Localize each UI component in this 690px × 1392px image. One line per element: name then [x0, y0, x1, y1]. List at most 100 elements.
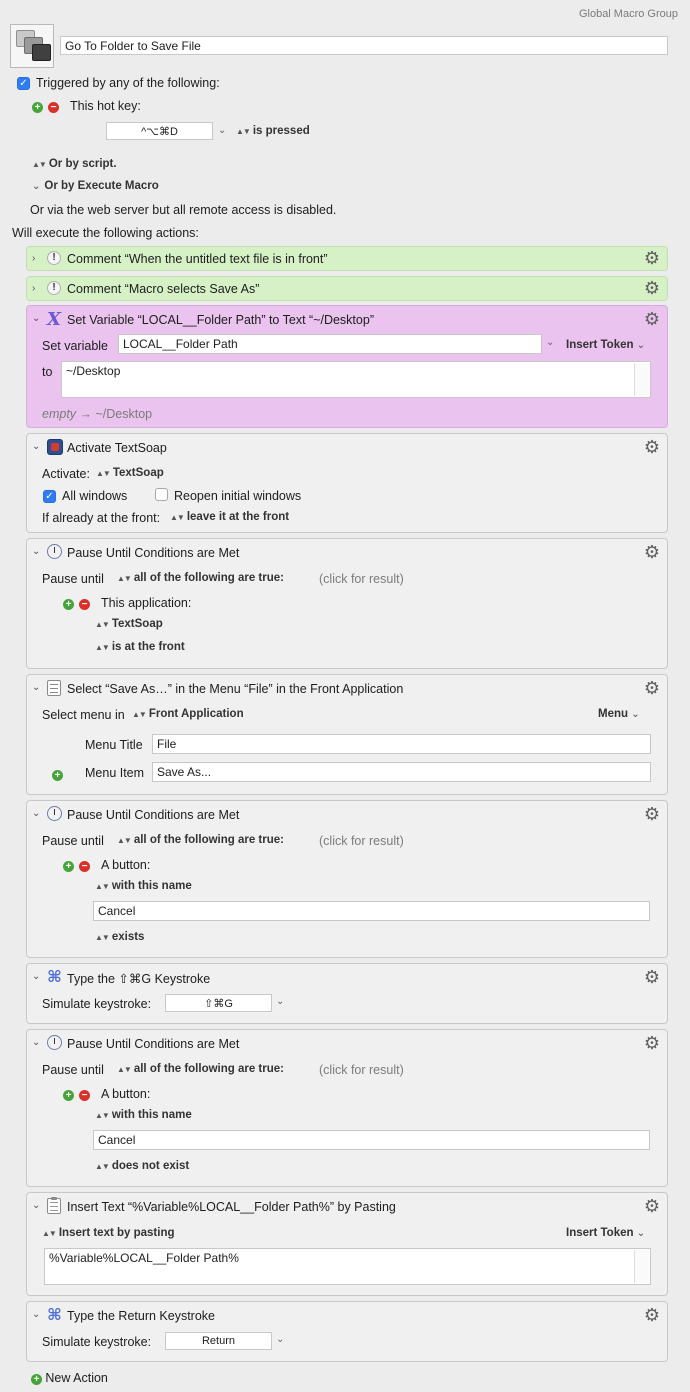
already-front-label: If already at the front: — [42, 511, 161, 525]
remove-trigger-icon[interactable]: − — [48, 99, 59, 113]
triggered-checkbox[interactable]: ✓ — [17, 75, 30, 90]
action-activate-textsoap[interactable]: ⌄ Activate TextSoap ⚙ Activate: ▲▼ TextSo… — [26, 433, 668, 533]
add-icon: + — [31, 1374, 42, 1385]
clock-icon — [47, 1035, 65, 1053]
disclosure-down-icon[interactable]: ⌄ — [32, 313, 40, 324]
action-type-keystroke-1[interactable]: ⌄ ⌘ Type the ⇧⌘G Keystroke ⚙ Simulate ke… — [26, 963, 668, 1024]
application-popup[interactable]: ▲▼ TextSoap — [95, 618, 163, 630]
gear-icon[interactable]: ⚙ — [644, 310, 660, 328]
clock-gear-icon[interactable]: ⚙ — [644, 1034, 660, 1052]
action-select-menu[interactable]: ⌄ Select “Save As…” in the Menu “File” i… — [26, 674, 668, 795]
disclosure-down-icon[interactable]: ⌄ — [32, 441, 40, 452]
gear-icon[interactable]: ⚙ — [644, 679, 660, 697]
new-action-button[interactable]: + New Action — [31, 1371, 108, 1385]
disclosure-down-icon[interactable]: ⌄ — [32, 682, 40, 693]
disclosure-down-icon[interactable]: ⌄ — [32, 1037, 40, 1048]
click-for-result-link[interactable]: (click for result) — [319, 834, 404, 848]
button-state-popup[interactable]: ▲▼ does not exist — [95, 1160, 189, 1172]
add-trigger-icon[interactable]: + — [32, 99, 43, 113]
this-application-label: This application: — [101, 596, 192, 610]
insert-token-menu[interactable]: Insert Token ⌄ — [566, 339, 645, 351]
activate-label: Activate: — [42, 467, 90, 481]
button-name-field[interactable]: Cancel — [93, 901, 650, 921]
gear-icon[interactable]: ⚙ — [644, 438, 660, 456]
keystroke-chevron-icon[interactable]: ⌄ — [276, 1334, 284, 1345]
disclosure-down-icon[interactable]: ⌄ — [32, 1200, 40, 1211]
disclosure-right-icon[interactable]: › — [32, 253, 35, 264]
action-comment-1[interactable]: › ! Comment “When the untitled text file… — [26, 246, 668, 271]
add-condition-icon[interactable]: + — [63, 596, 74, 610]
to-text-value: ~/Desktop — [66, 364, 121, 378]
variable-name-field[interactable]: LOCAL__Folder Path — [118, 334, 542, 354]
macro-group-label: Global Macro Group — [578, 8, 678, 20]
clock-icon — [47, 806, 65, 824]
clock-gear-icon[interactable]: ⚙ — [644, 805, 660, 823]
disclosure-down-icon[interactable]: ⌄ — [32, 1309, 40, 1320]
to-text-field[interactable]: ~/Desktop — [61, 361, 651, 398]
application-state-popup[interactable]: ▲▼ is at the front — [95, 641, 185, 653]
action-title: Type the ⇧⌘G Keystroke — [67, 972, 211, 986]
disclosure-down-icon[interactable]: ⌄ — [32, 808, 40, 819]
action-pause-until-2[interactable]: ⌄ Pause Until Conditions are Met ⚙ Pause… — [26, 800, 668, 958]
disclosure-down-icon[interactable]: ⌄ — [32, 971, 40, 982]
reopen-windows-checkbox[interactable] — [155, 488, 168, 504]
scrollbar[interactable] — [634, 1250, 649, 1283]
gear-icon[interactable]: ⚙ — [644, 968, 660, 986]
condition-popup[interactable]: ▲▼ all of the following are true: — [117, 572, 284, 584]
match-mode-popup[interactable]: ▲▼ with this name — [95, 880, 192, 892]
click-for-result-link[interactable]: (click for result) — [319, 572, 404, 586]
command-icon: ⌘ — [47, 969, 62, 986]
variable-chevron-icon[interactable]: ⌄ — [546, 337, 554, 348]
insert-text-field[interactable]: %Variable%LOCAL__Folder Path% — [44, 1248, 651, 1285]
action-pause-until-1[interactable]: ⌄ Pause Until Conditions are Met ⚙ Pause… — [26, 538, 668, 669]
or-by-execute-popup[interactable]: ⌄ Or by Execute Macro — [32, 180, 159, 192]
hotkey-state-popup[interactable]: ▲▼ is pressed — [236, 125, 310, 137]
insert-token-menu[interactable]: Insert Token ⌄ — [566, 1227, 645, 1239]
disclosure-down-icon[interactable]: ⌄ — [32, 546, 40, 557]
hotkey-menu-chevron-icon[interactable]: ⌄ — [218, 125, 226, 136]
disclosure-right-icon[interactable]: › — [32, 283, 35, 294]
macro-keys-icon[interactable] — [10, 24, 54, 68]
gear-icon[interactable]: ⚙ — [644, 1197, 660, 1215]
keystroke-field[interactable]: Return — [165, 1332, 272, 1350]
button-state-popup[interactable]: ▲▼ exists — [95, 931, 144, 943]
add-condition-icon[interactable]: + — [63, 858, 74, 872]
action-type-keystroke-2[interactable]: ⌄ ⌘ Type the Return Keystroke ⚙ Simulate… — [26, 1301, 668, 1362]
condition-popup[interactable]: ▲▼ all of the following are true: — [117, 834, 284, 846]
scrollbar[interactable] — [634, 363, 649, 396]
menu-title-label: Menu Title — [85, 738, 143, 752]
action-comment-2[interactable]: › ! Comment “Macro selects Save As” ⚙ — [26, 276, 668, 301]
menu-item-field[interactable]: Save As... — [152, 762, 651, 782]
clock-gear-icon[interactable]: ⚙ — [644, 543, 660, 561]
add-condition-icon[interactable]: + — [63, 1087, 74, 1101]
button-name-field[interactable]: Cancel — [93, 1130, 650, 1150]
macro-name-field[interactable]: Go To Folder to Save File — [60, 36, 668, 55]
hotkey-field[interactable]: ^⌥⌘D — [106, 122, 213, 140]
or-by-script-popup[interactable]: ▲▼ Or by script. — [32, 158, 117, 170]
paste-icon — [47, 1197, 65, 1216]
keystroke-chevron-icon[interactable]: ⌄ — [276, 996, 284, 1007]
keystroke-field[interactable]: ⇧⌘G — [165, 994, 272, 1012]
activate-app-popup[interactable]: ▲▼ TextSoap — [96, 467, 164, 479]
gear-icon[interactable]: ⚙ — [644, 279, 660, 297]
already-front-popup[interactable]: ▲▼ leave it at the front — [170, 511, 289, 523]
condition-popup[interactable]: ▲▼ all of the following are true: — [117, 1063, 284, 1075]
match-mode-popup[interactable]: ▲▼ with this name — [95, 1109, 192, 1121]
a-button-label: A button: — [101, 1087, 151, 1101]
insert-mode-popup[interactable]: ▲▼ Insert text by pasting — [42, 1227, 175, 1239]
add-menu-item-icon[interactable]: + — [52, 767, 63, 781]
remove-condition-icon[interactable]: − — [79, 596, 90, 610]
menu-title-field[interactable]: File — [152, 734, 651, 754]
menu-dropdown[interactable]: Menu ⌄ — [598, 708, 640, 720]
remove-condition-icon[interactable]: − — [79, 1087, 90, 1101]
action-title: Comment “Macro selects Save As” — [67, 282, 260, 296]
click-for-result-link[interactable]: (click for result) — [319, 1063, 404, 1077]
target-app-popup[interactable]: ▲▼ Front Application — [132, 708, 244, 720]
all-windows-checkbox[interactable]: ✓ — [43, 488, 56, 503]
action-pause-until-3[interactable]: ⌄ Pause Until Conditions are Met ⚙ Pause… — [26, 1029, 668, 1187]
gear-icon[interactable]: ⚙ — [644, 1306, 660, 1324]
action-set-variable[interactable]: ⌄ X Set Variable “LOCAL__Folder Path” to… — [26, 305, 668, 428]
action-insert-text[interactable]: ⌄ Insert Text “%Variable%LOCAL__Folder P… — [26, 1192, 668, 1296]
gear-icon[interactable]: ⚙ — [644, 249, 660, 267]
remove-condition-icon[interactable]: − — [79, 858, 90, 872]
